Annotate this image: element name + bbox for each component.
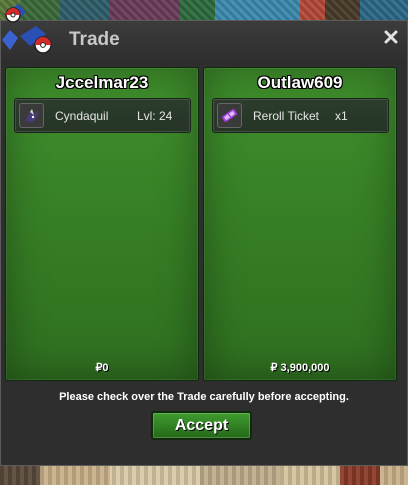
item-name: Cyndaquil — [55, 109, 109, 123]
pokeball-logo-icon — [2, 4, 52, 54]
trade-window: Trade Jccelmar23 Cyndaquil Lvl: 24 ₽0 Ou… — [0, 20, 408, 466]
my-offer-panel: Jccelmar23 Cyndaquil Lvl: 24 ₽0 — [5, 67, 199, 381]
game-world-background-bottom — [0, 466, 408, 485]
accept-button[interactable]: Accept — [151, 411, 252, 440]
player-name: Jccelmar23 — [55, 73, 149, 92]
player-name: Outlaw609 — [257, 73, 343, 92]
trade-item-slot[interactable]: Reroll Ticket x1 — [212, 98, 389, 133]
their-offer-panel: Outlaw609 Reroll Ticket x1 ₽ 3,900,000 — [203, 67, 397, 381]
ticket-icon — [221, 108, 238, 123]
pokemon-sprite-icon — [25, 109, 38, 122]
item-name: Reroll Ticket — [253, 109, 320, 123]
money-offer: ₽ 3,900,000 — [270, 362, 330, 374]
item-icon-frame — [19, 103, 44, 128]
window-title: Trade — [69, 29, 120, 50]
trade-item-slot[interactable]: Cyndaquil Lvl: 24 — [14, 98, 191, 133]
game-screen: Trade Jccelmar23 Cyndaquil Lvl: 24 ₽0 Ou… — [0, 0, 408, 485]
item-quantity: x1 — [335, 109, 348, 123]
close-button[interactable] — [381, 27, 401, 47]
item-icon-frame — [217, 103, 242, 128]
trade-notice: Please check over the Trade carefully be… — [59, 391, 349, 403]
close-icon — [384, 30, 398, 44]
item-level: Lvl: 24 — [137, 109, 173, 123]
money-offer: ₽0 — [95, 362, 109, 374]
